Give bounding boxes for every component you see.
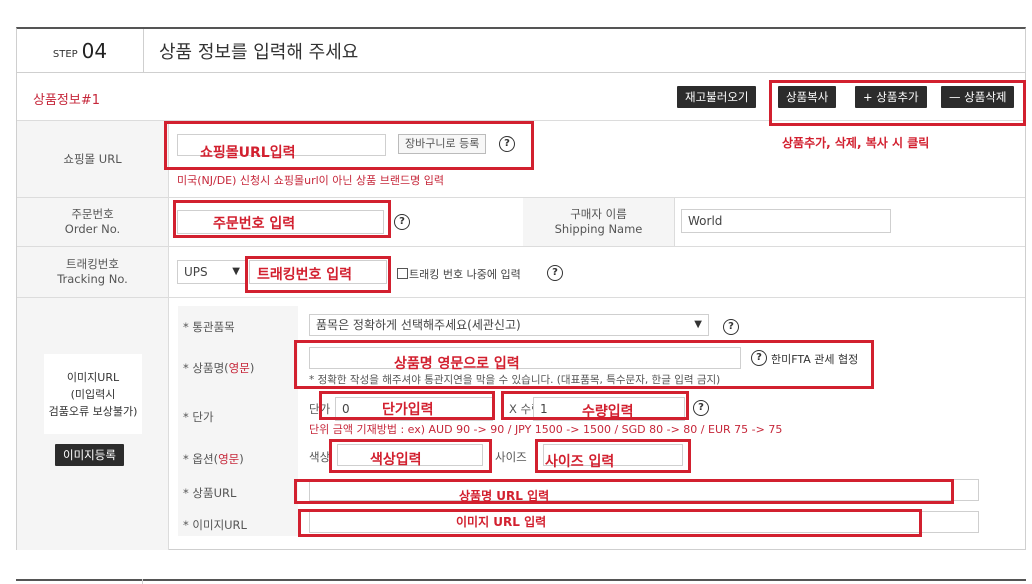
order-no-label-cell: 주문번호 Order No.	[17, 198, 169, 246]
reload-stock-button[interactable]: 재고불러오기	[677, 86, 757, 108]
step-title: 상품 정보를 입력해 주세요	[159, 42, 359, 63]
next-step-header	[16, 579, 1026, 584]
order-no-label-ko: 주문번호	[71, 207, 114, 221]
product-url-highlight	[294, 479, 954, 504]
step-label: STEP 04	[17, 29, 144, 73]
next-step-divider	[142, 579, 143, 584]
qty-annotation: 수량입력	[582, 404, 634, 420]
product-form: 상품정보#1 재고불러오기 상품복사 + 상품추가 — 상품삭제 쇼핑몰 URL…	[16, 73, 1026, 550]
image-preview: 이미지URL (미입력시 검품오류 보상불가)	[44, 354, 142, 434]
tracking-later-checkbox[interactable]	[397, 268, 408, 279]
color-annotation: 색상입력	[370, 452, 422, 468]
product-name-note: * 정확한 작성을 해주셔야 통관지연을 막을 수 있습니다. (대표품목, 특…	[309, 374, 721, 386]
product-header-row: 상품정보#1 재고불러오기 상품복사 + 상품추가 — 상품삭제	[17, 73, 1026, 126]
help-icon[interactable]: ?	[723, 319, 739, 335]
product-name-label-prefix: * 상품명(	[183, 361, 229, 375]
tracking-label-ko: 트래킹번호	[66, 257, 119, 271]
buyer-name-label-en: Shipping Name	[554, 222, 643, 236]
option-label-prefix: * 옵션(	[183, 452, 219, 466]
image-panel-note-2: 검품오류 보상불가)	[48, 404, 138, 418]
buyer-name-label-ko: 구매자 이름	[570, 207, 627, 221]
step-header: STEP 04 상품 정보를 입력해 주세요	[16, 27, 1026, 73]
customs-label: * 통관품목	[183, 320, 235, 334]
help-icon[interactable]: ?	[693, 400, 709, 416]
chevron-down-icon: ▼	[694, 319, 702, 330]
image-register-button[interactable]: 이미지등록	[55, 444, 124, 466]
cart-register-button[interactable]: 장바구니로 등록	[398, 134, 487, 154]
tracking-label-cell: 트래킹번호 Tracking No.	[17, 247, 169, 297]
order-no-label-en: Order No.	[64, 222, 121, 236]
step-small-text: STEP	[52, 48, 78, 60]
product-name-label: * 상품명(영문)	[183, 360, 254, 376]
carrier-select[interactable]: UPS ▼	[177, 260, 247, 284]
image-panel-note-1: (미입력시	[70, 387, 116, 401]
product-url-annotation: 상품명 URL 입력	[459, 489, 550, 503]
order-no-annotation: 주문번호 입력	[213, 216, 296, 232]
shop-url-label-cell: 쇼핑몰 URL	[17, 121, 169, 197]
size-annotation: 사이즈 입력	[545, 454, 615, 470]
price-annotation: 단가입력	[382, 402, 434, 418]
help-icon[interactable]: ?	[394, 214, 410, 230]
help-icon[interactable]: ?	[547, 265, 563, 281]
tracking-label-en: Tracking No.	[57, 272, 128, 286]
option-label-suffix: )	[239, 452, 244, 466]
product-name-label-red: 영문	[228, 361, 250, 375]
product-name-annotation: 상품명 영문으로 입력	[394, 356, 520, 372]
size-prefix: 사이즈	[495, 450, 527, 464]
shop-url-annotation: 쇼핑몰URL입력	[200, 145, 296, 161]
header-buttons-highlight	[769, 80, 1026, 126]
chevron-down-icon: ▼	[232, 266, 240, 277]
help-icon[interactable]: ?	[499, 136, 515, 152]
option-label-red: 영문	[218, 452, 240, 466]
shop-url-note: 미국(NJ/DE) 신청시 쇼핑몰url이 아닌 상품 브랜드명 입력	[177, 174, 444, 187]
header-buttons-annotation: 상품추가, 삭제, 복사 시 클릭	[782, 136, 930, 150]
customs-select[interactable]: 품목은 정확하게 선택해주세요(세관신고) ▼	[309, 314, 709, 336]
product-name-label-suffix: )	[249, 361, 255, 375]
price-label: * 단가	[183, 410, 214, 424]
shop-url-label: 쇼핑몰 URL	[63, 151, 122, 166]
buyer-name-input[interactable]: World	[681, 209, 891, 233]
step-number: 04	[81, 39, 108, 63]
buyer-name-label-cell: 구매자 이름 Shipping Name	[523, 198, 675, 246]
fta-label: 한미FTA 관세 협정	[771, 353, 859, 366]
help-icon[interactable]: ?	[751, 350, 767, 366]
customs-value: 품목은 정확하게 선택해주세요(세관신고)	[316, 318, 521, 332]
price-note: 단위 금액 기재방법 : ex) AUD 90 -> 90 / JPY 1500…	[309, 423, 783, 436]
image-url-label: * 이미지URL	[183, 518, 247, 532]
image-panel: 이미지URL (미입력시 검품오류 보상불가) 이미지등록	[17, 298, 169, 550]
image-url-panel-label: 이미지URL	[66, 370, 120, 384]
carrier-value: UPS	[184, 265, 208, 279]
tracking-later-label: 트래킹 번호 나중에 입력	[409, 268, 521, 281]
option-label: * 옵션(영문)	[183, 451, 244, 467]
product-url-label: * 상품URL	[183, 486, 237, 500]
product-header-title: 상품정보#1	[33, 93, 101, 108]
image-url-annotation: 이미지 URL 입력	[456, 515, 547, 529]
color-prefix: 색상	[309, 450, 331, 464]
image-url-highlight	[298, 509, 922, 537]
tracking-annotation: 트래킹번호 입력	[257, 267, 353, 283]
